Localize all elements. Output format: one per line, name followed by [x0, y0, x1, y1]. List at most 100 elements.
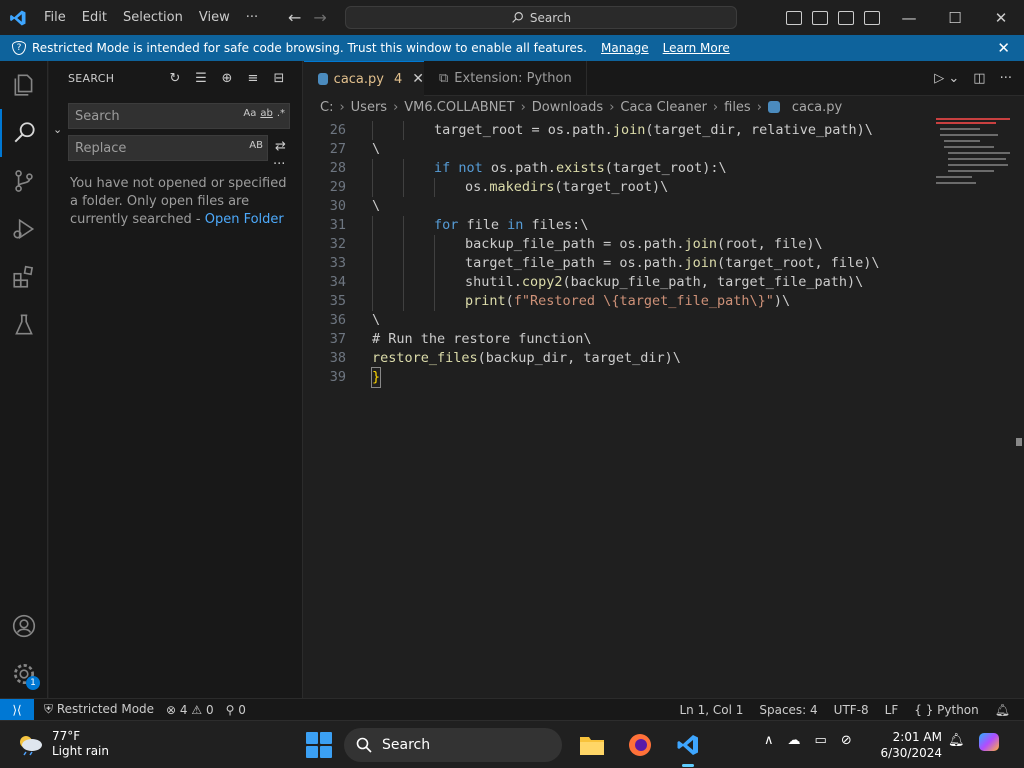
encoding[interactable]: UTF-8 [834, 703, 869, 717]
replace-all-icon[interactable]: ⇄ [275, 139, 286, 154]
tab-extension-python[interactable]: ⧉ Extension: Python [425, 61, 587, 96]
notification-bell-icon[interactable]: 🔔︎ [948, 733, 965, 751]
testing-flask-icon[interactable] [0, 301, 48, 349]
run-file-icon[interactable]: ▷ ⌄ [934, 71, 959, 86]
code-token: (target_root):\ [604, 160, 727, 176]
weather-widget[interactable]: 77°F Light rain [16, 729, 109, 759]
language-mode[interactable]: { } Python [914, 703, 979, 717]
split-editor-icon[interactable]: ◫ [973, 71, 985, 86]
forward-arrow-icon[interactable]: → [313, 8, 326, 27]
remote-indicator-icon[interactable]: ⟩⟨ [0, 698, 34, 721]
code-line[interactable]: 33 target_file_path = os.path.join(target… [304, 254, 924, 273]
new-search-editor-icon[interactable]: ⊕ [219, 70, 235, 86]
learn-more-link[interactable]: Learn More [663, 41, 730, 55]
toggle-primary-sidebar-icon[interactable] [786, 10, 802, 25]
menu-file[interactable]: File [36, 0, 74, 35]
code-token: makedirs [489, 179, 555, 195]
close-window-icon[interactable]: ✕ [978, 0, 1024, 35]
toggle-replace-chevron-icon[interactable]: ⌄ [53, 123, 62, 136]
manage-link[interactable]: Manage [601, 41, 649, 55]
code-editor[interactable]: 26 target_root = os.path.join(target_dir,… [304, 118, 1024, 698]
clock[interactable]: 2:01 AM 6/30/2024 [880, 729, 942, 761]
breadcrumb-item[interactable]: files [724, 100, 751, 115]
run-debug-icon[interactable] [0, 205, 48, 253]
network-icon[interactable]: ⊘ [841, 733, 852, 748]
onedrive-icon[interactable]: ☁ [788, 733, 801, 748]
source-control-icon[interactable] [0, 157, 48, 205]
breadcrumb-item[interactable]: Users [351, 100, 387, 115]
code-line[interactable]: 39} [304, 367, 924, 388]
replace-input[interactable]: Replace AB [68, 135, 268, 161]
menu-selection[interactable]: Selection [115, 0, 191, 35]
customize-layout-icon[interactable] [864, 10, 880, 25]
problems-status[interactable]: ⊗ 4 ⚠ 0 [166, 703, 214, 717]
regex-button[interactable]: .* [277, 108, 285, 119]
cursor-position[interactable]: Ln 1, Col 1 [679, 703, 743, 717]
open-folder-link[interactable]: Open Folder [205, 212, 284, 227]
code-line[interactable]: 37 # Run the restore function\ [304, 330, 924, 349]
search-input-placeholder: Search [75, 108, 120, 124]
breadcrumb-separator: › [712, 99, 719, 115]
windows-start-icon[interactable] [306, 732, 332, 758]
maximize-icon[interactable]: ☐ [932, 0, 978, 35]
breadcrumb-item[interactable]: VM6.COLLABNET [404, 100, 514, 115]
view-as-tree-icon[interactable]: ≡ [245, 70, 261, 86]
code-line[interactable]: 30 \ [304, 197, 924, 216]
match-case-button[interactable]: Aa [243, 108, 256, 119]
breadcrumb-item[interactable]: Caca Cleaner [620, 100, 707, 115]
taskbar-search[interactable]: Search [344, 728, 562, 762]
display-icon[interactable]: ▭ [815, 733, 827, 748]
file-explorer-icon[interactable] [574, 727, 610, 763]
end-of-line[interactable]: LF [885, 703, 899, 717]
error-count: 4 [179, 702, 188, 717]
search-view-icon[interactable] [0, 109, 48, 157]
toggle-secondary-sidebar-icon[interactable] [838, 10, 854, 25]
code-line[interactable]: 34 shutil.copy2(backup_file_path, target_… [304, 273, 924, 292]
show-hidden-icons-chevron-icon[interactable]: ∧ [764, 733, 774, 748]
close-banner-icon[interactable]: ✕ [997, 39, 1010, 57]
menu-more[interactable]: ··· [238, 0, 266, 35]
tab-caca-py[interactable]: caca.py 4 ✕ [304, 61, 424, 96]
back-arrow-icon[interactable]: ← [288, 8, 301, 27]
extensions-icon[interactable] [0, 253, 48, 301]
collapse-all-icon[interactable]: ⊟ [271, 70, 287, 86]
menu-view[interactable]: View [191, 0, 238, 35]
breadcrumb: C: › Users › VM6.COLLABNET › Downloads › Cac… [304, 96, 1024, 118]
menu-edit[interactable]: Edit [74, 0, 115, 35]
minimize-icon[interactable]: — [886, 0, 932, 35]
firefox-icon[interactable] [622, 727, 658, 763]
accounts-icon[interactable] [0, 602, 48, 650]
refresh-icon[interactable]: ↻ [167, 70, 183, 86]
more-options-icon[interactable]: ··· [273, 157, 285, 172]
code-line[interactable]: 26 target_root = os.path.join(target_dir,… [304, 121, 924, 140]
indentation[interactable]: Spaces: 4 [759, 703, 817, 717]
copilot-icon[interactable] [978, 733, 999, 751]
code-line[interactable]: 32 backup_file_path = os.path.join(root, … [304, 235, 924, 254]
command-center-search[interactable]: Search [345, 6, 737, 29]
ports-status[interactable]: ⚲ 0 [226, 703, 246, 717]
breadcrumb-item[interactable]: caca.py [792, 100, 842, 115]
breadcrumb-item[interactable]: Downloads [532, 100, 603, 115]
vscode-taskbar-icon[interactable] [670, 727, 706, 767]
code-line[interactable]: 36 \ [304, 311, 924, 330]
explorer-icon[interactable] [0, 61, 48, 109]
toggle-panel-icon[interactable] [812, 10, 828, 25]
more-actions-icon[interactable]: ··· [1000, 71, 1012, 86]
close-tab-icon[interactable]: ✕ [412, 71, 424, 87]
breadcrumb-item[interactable]: C: [320, 100, 333, 115]
code-line[interactable]: 31 for file in files:\ [304, 216, 924, 235]
code-line[interactable]: 29 os.makedirs(target_root)\ [304, 178, 924, 197]
minimap[interactable] [936, 118, 1014, 198]
search-input[interactable]: Search Aa ab .* [68, 103, 290, 129]
preserve-case-button[interactable]: AB [249, 140, 263, 151]
manage-gear-icon[interactable]: 1 [0, 650, 48, 698]
code-line[interactable]: 35 print(f"Restored \{target_file_path\}"… [304, 292, 924, 311]
code-line[interactable]: 28 if not os.path.exists(target_root):\ [304, 159, 924, 178]
match-word-button[interactable]: ab [260, 108, 272, 119]
code-line[interactable]: 38 restore_files(backup_dir, target_dir)\ [304, 349, 924, 368]
code-line[interactable]: 27 \ [304, 140, 924, 159]
clear-results-icon[interactable]: ☰ [193, 70, 209, 86]
notifications-bell-icon[interactable]: 🔔︎ [995, 703, 1010, 717]
restricted-mode-status[interactable]: ⛨ Restricted Mode [44, 702, 154, 717]
editor-scrollbar[interactable] [1014, 118, 1024, 698]
